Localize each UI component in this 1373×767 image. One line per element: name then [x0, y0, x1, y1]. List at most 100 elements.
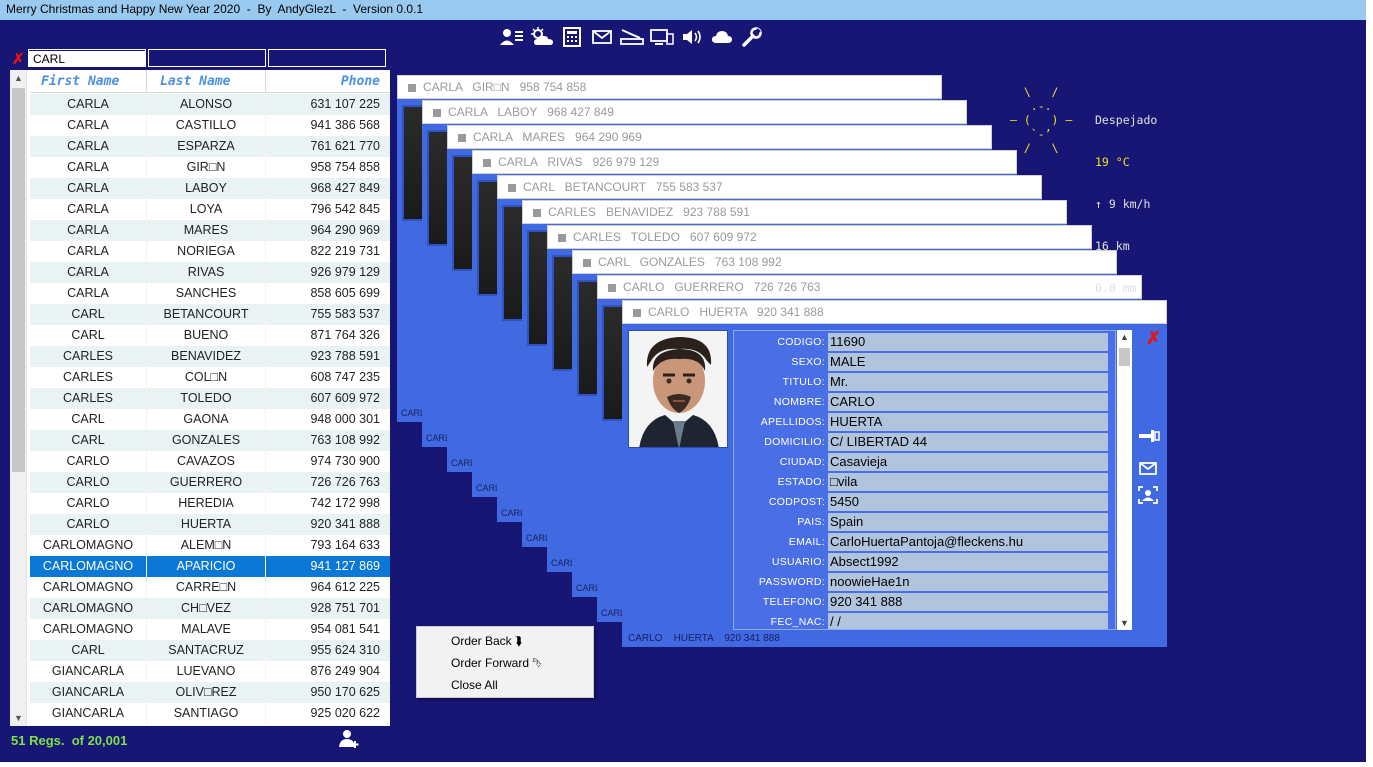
table-row[interactable]: CARLES COL□N 608 747 235	[30, 367, 390, 388]
table-row[interactable]: CARLOMAGNO ALEM□N 793 164 633	[30, 535, 390, 556]
field-value[interactable]: noowieHae1n	[828, 573, 1108, 591]
contact-card-icon[interactable]	[1138, 486, 1160, 506]
field-value[interactable]: CarloHuertaPantoja@fleckens.hu	[828, 533, 1108, 551]
table-row[interactable]: GIANCARLA LUEVANO 876 249 904	[30, 661, 390, 682]
scanner-icon[interactable]	[618, 24, 645, 50]
table-row[interactable]: CARLA GIR□N 958 754 858	[30, 157, 390, 178]
menu-item-close-all[interactable]: Close All	[417, 674, 593, 696]
card-title[interactable]: CARLES BENAVIDEZ 923 788 591	[522, 200, 1067, 224]
card-title[interactable]: CARLES TOLEDO 607 609 972	[547, 225, 1092, 249]
fields-scrollbar[interactable]: ▲ ▼	[1117, 330, 1132, 630]
table-row[interactable]: CARLES TOLEDO 607 609 972	[30, 388, 390, 409]
field-value[interactable]: Spain	[828, 513, 1108, 531]
card-title[interactable]: CARLA MARES 964 290 969	[447, 125, 992, 149]
table-row[interactable]: CARLO CAVAZOS 974 730 900	[30, 451, 390, 472]
column-header-last-name[interactable]: Last Name	[147, 70, 266, 93]
speaker-icon[interactable]	[678, 24, 705, 50]
phone-cell: 968 427 849	[310, 181, 380, 195]
field-value[interactable]: / /	[828, 613, 1108, 629]
scroll-up-icon[interactable]: ▲	[10, 70, 27, 86]
table-row[interactable]: CARL GONZALES 763 108 992	[30, 430, 390, 451]
card-title[interactable]: CARLA GIR□N 958 754 858	[397, 75, 942, 99]
cloud-icon[interactable]	[708, 24, 735, 50]
first-name-cell: CARLOMAGNO	[30, 577, 147, 598]
devices-icon[interactable]	[648, 24, 675, 50]
phone-filter[interactable]	[268, 49, 386, 67]
menu-item-order-back[interactable]: Order Back ⮯	[417, 630, 593, 652]
contact-card-active[interactable]: CARLO HUERTA 920 341 888 CODIGO: 11690 SEX…	[622, 300, 1167, 647]
table-row[interactable]: CARLES BENAVIDEZ 923 788 591	[30, 346, 390, 367]
table-row[interactable]: GIANCARLA OLIV□REZ 950 170 625	[30, 682, 390, 703]
card-title[interactable]: CARLA RIVAS 926 979 129	[472, 150, 1017, 174]
window-border	[1366, 0, 1373, 767]
table-row[interactable]: CARLA NORIEGA 822 219 731	[30, 241, 390, 262]
table-row[interactable]: CARLOMAGNO MALAVE 954 081 541	[30, 619, 390, 640]
table-row[interactable]: CARLA ALONSO 631 107 225	[30, 94, 390, 115]
field-value[interactable]: MALE	[828, 353, 1108, 371]
last-name-cell: LABOY	[147, 178, 266, 199]
table-row[interactable]: CARLA LOYA 796 542 845	[30, 199, 390, 220]
phone-icon[interactable]	[1138, 428, 1160, 448]
calculator-icon[interactable]	[558, 24, 585, 50]
column-header-phone[interactable]: Phone	[266, 70, 388, 93]
card-title[interactable]: CARLA LABOY 968 427 849	[422, 100, 967, 124]
table-row[interactable]: CARL GAONA 948 000 301	[30, 409, 390, 430]
field-value[interactable]: □vila	[828, 473, 1108, 491]
table-row[interactable]: GIANCARLA SANTIAGO 925 020 622	[30, 703, 390, 724]
table-row[interactable]: CARL BETANCOURT 755 583 537	[30, 304, 390, 325]
table-row[interactable]: CARLO HEREDIA 742 172 998	[30, 493, 390, 514]
card-title[interactable]: CARLO GUERRERO 726 726 763	[597, 275, 1142, 299]
table-row[interactable]: CARLA MARES 964 290 969	[30, 220, 390, 241]
table-row[interactable]: CARLO HUERTA 920 341 888	[30, 514, 390, 535]
field-value[interactable]: 920 341 888	[828, 593, 1108, 611]
menu-item-order-forward[interactable]: Order Forward ⮷	[417, 652, 593, 674]
last-name-cell: CASTILLO	[147, 115, 266, 136]
close-card-icon[interactable]: ✗	[1146, 328, 1161, 349]
table-row[interactable]: CARLA ESPARZA 761 621 770	[30, 136, 390, 157]
scrollbar-thumb[interactable]	[12, 88, 25, 472]
last-name-filter-input[interactable]	[149, 51, 265, 67]
field-value[interactable]: Absect1992	[828, 553, 1108, 571]
clear-filter-icon[interactable]: ✗	[12, 50, 25, 68]
field-value[interactable]: Mr.	[828, 373, 1108, 391]
add-user-icon[interactable]	[339, 729, 359, 754]
mail-icon[interactable]	[1138, 462, 1160, 482]
contacts-icon[interactable]	[498, 24, 525, 50]
table-row[interactable]: CARLA LABOY 968 427 849	[30, 178, 390, 199]
table-row[interactable]: CARLA CASTILLO 941 386 568	[30, 115, 390, 136]
field-value[interactable]: 11690	[828, 333, 1108, 351]
scroll-down-icon[interactable]: ▼	[10, 710, 27, 726]
scroll-up-icon[interactable]: ▲	[1117, 330, 1132, 344]
weather-icon[interactable]	[528, 24, 555, 50]
column-header-first-name[interactable]: First Name	[30, 70, 147, 93]
first-name-filter-input[interactable]	[29, 51, 145, 67]
card-title[interactable]: CARLO HUERTA 920 341 888	[622, 300, 1167, 324]
field-value[interactable]: C/ LIBERTAD 44	[828, 433, 1108, 451]
card-title[interactable]: CARL BETANCOURT 755 583 537	[497, 175, 1042, 199]
last-name-cell: SANCHES	[147, 283, 266, 304]
table-row[interactable]: CARLOMAGNO APARICIO 941 127 869	[30, 556, 390, 577]
field-value[interactable]: CARLO	[828, 393, 1108, 411]
table-row[interactable]: CARL BUENO 871 764 326	[30, 325, 390, 346]
scroll-down-icon[interactable]: ▼	[1117, 616, 1132, 630]
last-name-filter[interactable]	[148, 49, 266, 67]
field-label: CIUDAD:	[779, 456, 825, 468]
field-value[interactable]: Casavieja	[828, 453, 1108, 471]
first-name-filter[interactable]	[28, 49, 146, 67]
table-row[interactable]: CARLA SANCHES 858 605 699	[30, 283, 390, 304]
table-row[interactable]: CARLA RIVAS 926 979 129	[30, 262, 390, 283]
weather-visibility: 16 km	[1095, 239, 1130, 253]
phone-filter-input[interactable]	[269, 51, 385, 67]
table-row[interactable]: CARL SANTACRUZ 955 624 310	[30, 640, 390, 661]
scrollbar-thumb[interactable]	[1119, 348, 1130, 366]
mail-icon[interactable]	[588, 24, 615, 50]
wrench-icon[interactable]	[738, 24, 765, 50]
field-value[interactable]: HUERTA	[828, 413, 1108, 431]
first-name-cell: CARLES	[30, 388, 147, 409]
table-row[interactable]: CARLOMAGNO CARRE□N 964 612 225	[30, 577, 390, 598]
table-row[interactable]: CARLO GUERRERO 726 726 763	[30, 472, 390, 493]
table-row[interactable]: CARLOMAGNO CH□VEZ 928 751 701	[30, 598, 390, 619]
grid-scrollbar[interactable]: ▲ ▼	[10, 70, 27, 726]
field-value[interactable]: 5450	[828, 493, 1108, 511]
card-title[interactable]: CARL GONZALES 763 108 992	[572, 250, 1117, 274]
